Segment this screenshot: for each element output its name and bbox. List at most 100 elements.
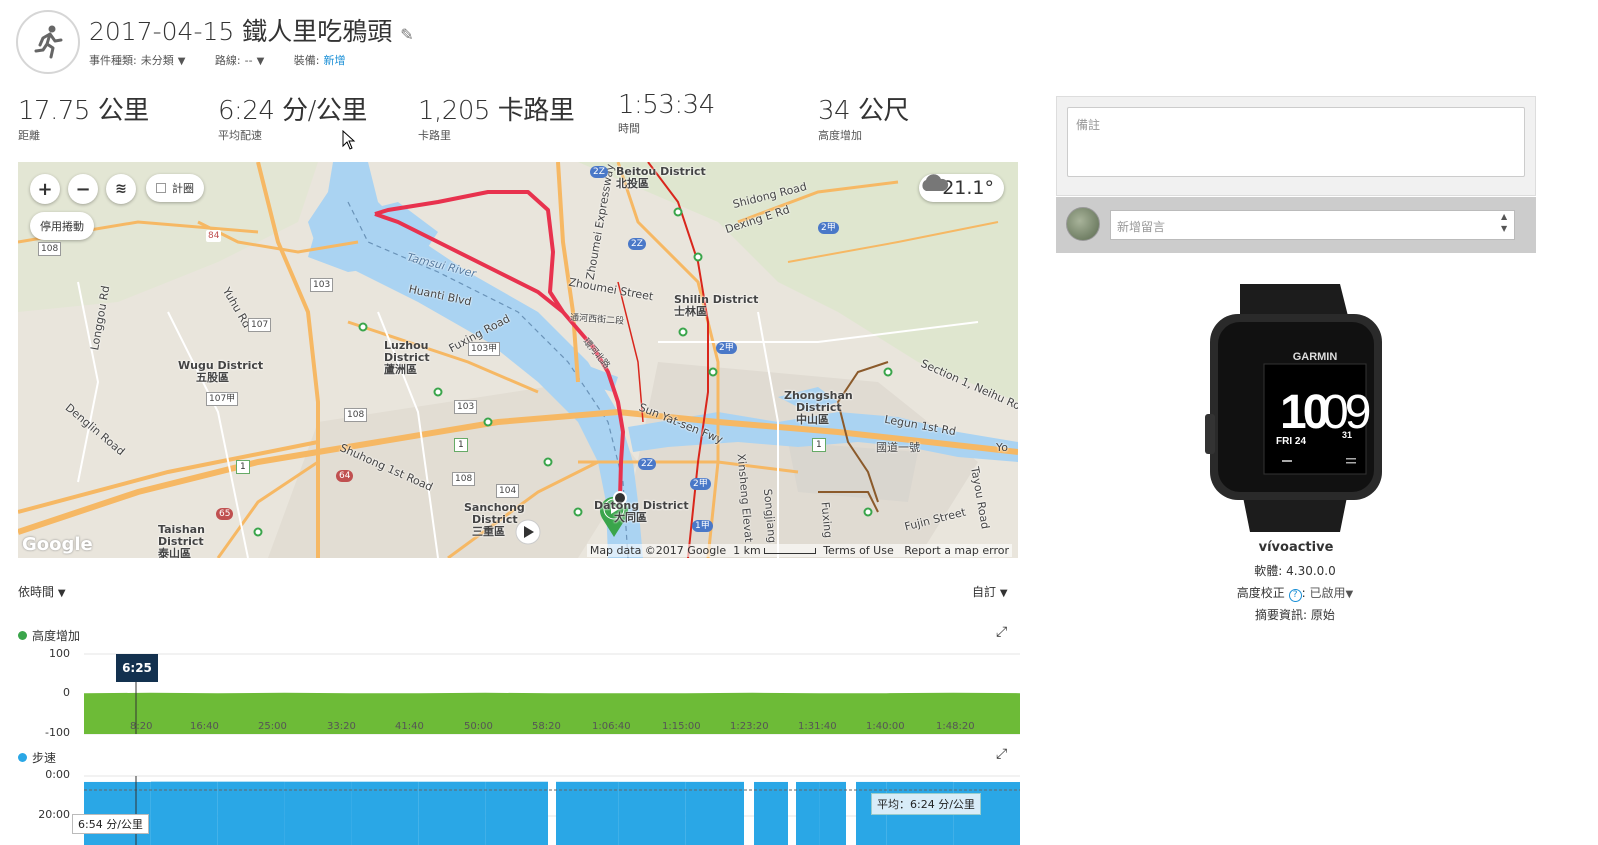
watch-seconds: 31 [1342, 430, 1352, 440]
pace-segment [618, 781, 686, 845]
notes-panel: 備註 [1056, 96, 1536, 196]
terms-of-use-link[interactable]: Terms of Use [823, 544, 894, 557]
road-shield: 2甲 [818, 222, 839, 234]
disable-scroll-button[interactable]: 停用捲動 [30, 212, 94, 240]
map-road-label: Fuxing [818, 501, 835, 539]
route-label: 路線: [214, 54, 241, 67]
weather-widget[interactable]: ‹ 21.1° [918, 174, 1004, 202]
pace-segment [485, 781, 548, 845]
road-shield: 2Z [638, 458, 656, 470]
help-icon[interactable]: ? [1288, 589, 1302, 602]
pace-chart-title-text: 步速 [32, 751, 57, 765]
zoom-out-button[interactable]: − [68, 174, 98, 204]
road-shield: 107 [248, 318, 272, 332]
expand-icon[interactable]: ⤢ [996, 746, 1007, 762]
avatar[interactable] [1066, 207, 1100, 241]
pace-segment [685, 781, 744, 845]
firmware-line: 軟體: 4.30.0.0 [1150, 562, 1440, 579]
elevation-correction-line: 高度校正 ?: 已啟用▼ [1236, 586, 1354, 602]
road-shield: 107甲 [206, 392, 239, 406]
comment-scroll-arrows[interactable]: ▲ ▼ [1501, 211, 1507, 235]
map-place-label: Taishan District 泰山區 [158, 523, 205, 559]
expand-icon[interactable]: ⤢ [996, 624, 1007, 640]
map-scale-bar [764, 548, 817, 554]
pace-average-label: 平均：6:24 分/公里 [871, 793, 981, 815]
elevation-chart-title: 高度增加 [18, 627, 80, 644]
road-shield: 2甲 [716, 342, 737, 354]
chevron-down-icon: ▼ [177, 56, 186, 67]
event-type-value: 未分類 [140, 54, 174, 67]
summary-label: 摘要資訊: [1255, 608, 1308, 622]
y-axis-tick: 20:00 [38, 808, 70, 821]
road-shield: 1甲 [692, 520, 713, 532]
activity-type-running-icon[interactable] [16, 10, 80, 74]
chevron-down-icon: ▼ [256, 56, 265, 67]
map-place-label: Zhongshan District 中山區 [784, 389, 853, 426]
y-axis-tick: 0 [63, 686, 70, 699]
road-shield: 2Z [628, 238, 646, 250]
stat-label: 距離 [18, 129, 40, 142]
road-shield: 103 [310, 278, 334, 292]
map-road-label: 國道一號 [876, 441, 920, 454]
x-axis-tick: 25:00 [258, 721, 287, 732]
cloud-icon [921, 174, 948, 191]
map-place-label: Luzhou District 蘆洲區 [384, 339, 430, 376]
elevation-correction-dropdown[interactable]: 已啟用▼ [1309, 586, 1353, 600]
pace-segment [556, 781, 619, 845]
road-shield: 1 [454, 438, 468, 452]
stat-label: 高度增加 [818, 129, 862, 142]
road-shield: 1 [812, 438, 826, 452]
road-shield: 103 [454, 400, 478, 414]
event-type-label: 事件種類: [89, 54, 137, 67]
x-axis-tick: 1:48:20 [936, 721, 975, 732]
stat-value: 1:53:34 [618, 90, 715, 120]
edit-pencil-icon[interactable]: ✎ [400, 25, 413, 44]
layers-icon[interactable]: ≋ [106, 174, 136, 204]
customize-dropdown[interactable]: 自訂 ▼ [972, 583, 1008, 600]
laps-toggle[interactable]: 計圈 [146, 174, 204, 202]
chevron-down-icon: ▼ [1345, 589, 1354, 600]
garmin-watch-image: GARMIN 10 09 FRI 24 31 [1205, 284, 1382, 532]
chevron-down-icon: ▼ [57, 588, 66, 599]
road-shield: 1 [236, 460, 250, 474]
stat-value: 1,205 卡路里 [418, 96, 575, 126]
disable-scroll-label: 停用捲動 [40, 220, 84, 233]
comment-input[interactable]: 新增留言 [1110, 210, 1515, 240]
x-axis-mode-dropdown[interactable]: 依時間 ▼ [18, 583, 66, 600]
pace-segment [284, 781, 352, 845]
stat-value: 6:24 分/公里 [218, 96, 367, 126]
map-place-label: Sanchong District 三重區 [464, 501, 525, 538]
road-shield: 108 [38, 242, 62, 256]
road-shield: 108 [344, 408, 368, 422]
route-map[interactable]: + − ≋ 計圈 停用捲動 ‹ 21.1° Beitou District北投區… [18, 162, 1018, 558]
x-axis-tick: 50:00 [464, 721, 493, 732]
watch-brand: GARMIN [1293, 351, 1338, 363]
add-gear-link[interactable]: 新增 [324, 54, 346, 67]
x-axis-tick: 33:20 [327, 721, 356, 732]
pace-legend-dot [18, 753, 27, 762]
map-canvas[interactable] [18, 162, 1018, 558]
customize-label: 自訂 [972, 585, 997, 599]
elevation-legend-dot [18, 631, 27, 640]
x-axis-tick: 8:20 [130, 721, 153, 732]
summary-value: 原始 [1310, 608, 1335, 622]
stat-elevation-gain: 34 公尺 高度增加 [818, 90, 909, 143]
x-axis-tick: 41:40 [395, 721, 424, 732]
pace-segment [796, 781, 820, 845]
event-type-selector[interactable]: 事件種類: 未分類 ▼ [89, 52, 197, 68]
road-shield: 108 [452, 472, 476, 486]
zoom-in-button[interactable]: + [30, 174, 60, 204]
route-selector[interactable]: 路線: -- ▼ [215, 52, 276, 68]
notes-textarea[interactable]: 備註 [1067, 107, 1525, 177]
firmware-label: 軟體: [1254, 564, 1283, 578]
firmware-value: 4.30.0.0 [1286, 564, 1336, 578]
map-place-label: Beitou District 北投區 [616, 165, 706, 190]
x-axis-tick: 1:15:00 [662, 721, 701, 732]
pace-cursor-tooltip: 6:54 分/公里 [72, 814, 149, 834]
report-map-error-link[interactable]: Report a map error [904, 544, 1009, 557]
laps-checkbox[interactable] [156, 183, 166, 193]
pace-segment [819, 781, 846, 845]
google-logo: Google [22, 534, 93, 555]
watch-date: FRI 24 [1276, 436, 1306, 447]
map-attribution: Map data ©2017 Google 1 km Terms of Use … [586, 544, 1012, 557]
